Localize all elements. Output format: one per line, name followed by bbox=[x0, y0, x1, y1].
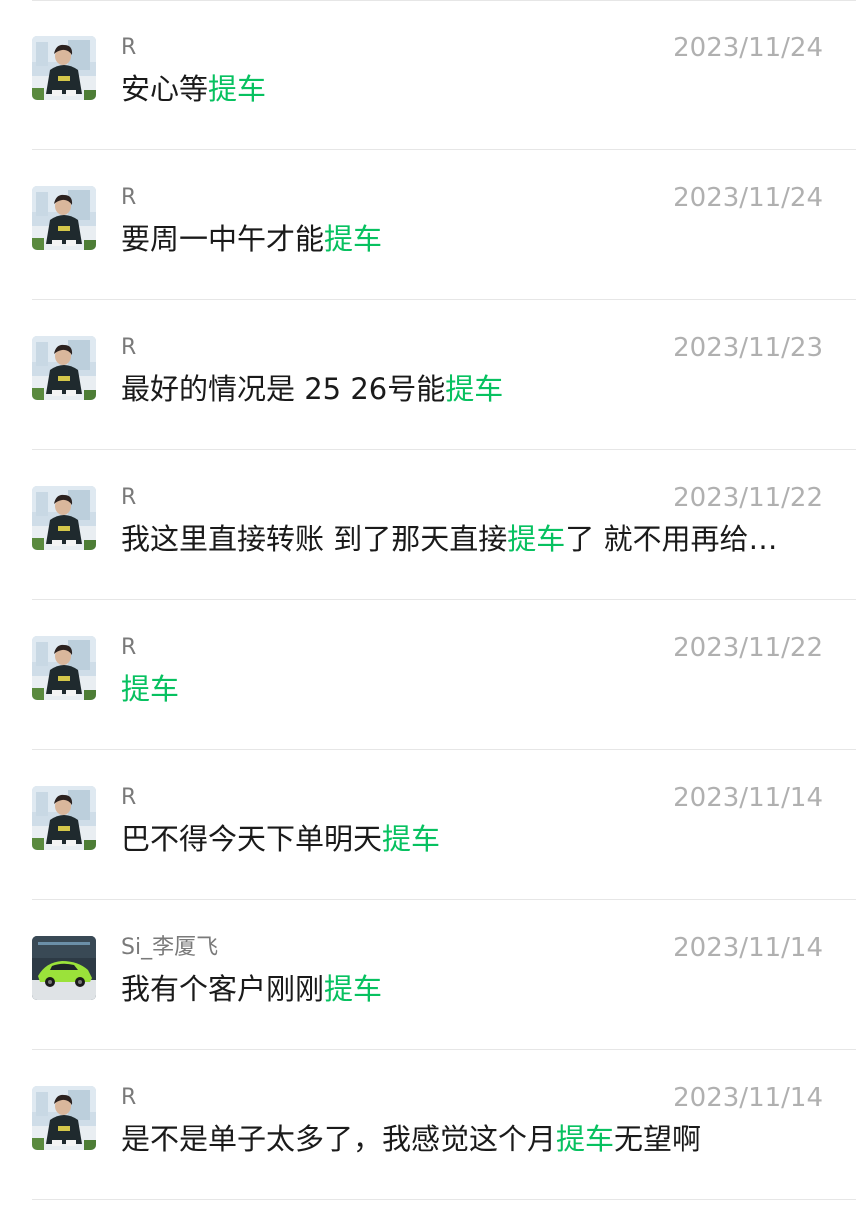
keyword-highlight: 提车 bbox=[507, 522, 566, 556]
message-text: 我这里直接转账 到了那天直接 bbox=[121, 522, 508, 556]
message-date: 2023/11/14 bbox=[673, 783, 823, 813]
message-date: 2023/11/14 bbox=[673, 933, 823, 963]
green-car-avatar-icon[interactable] bbox=[32, 936, 96, 1000]
sender-name: Si_李厦飞 bbox=[121, 935, 219, 960]
message-date: 2023/11/22 bbox=[673, 633, 823, 663]
keyword-highlight: 提车 bbox=[556, 1122, 615, 1156]
sender-name: R bbox=[121, 1085, 137, 1110]
message-text: 无望啊 bbox=[614, 1122, 702, 1156]
sender-name: R bbox=[121, 185, 137, 210]
keyword-highlight: 提车 bbox=[208, 72, 267, 106]
keyword-highlight: 提车 bbox=[382, 822, 441, 856]
message-text: 安心等 bbox=[121, 72, 209, 106]
keyword-highlight: 提车 bbox=[445, 372, 504, 406]
person-avatar-icon[interactable] bbox=[32, 636, 96, 700]
sender-name: R bbox=[121, 785, 137, 810]
search-result-item[interactable]: R 2023/11/14 巴不得今天下单明天提车 bbox=[0, 750, 856, 900]
person-avatar-icon[interactable] bbox=[32, 786, 96, 850]
message-text: 是不是单子太多了，我感觉这个月 bbox=[121, 1122, 557, 1156]
message-text: 了 就不用再给… bbox=[565, 522, 778, 556]
message-preview: 安心等提车 bbox=[121, 70, 811, 108]
person-avatar-icon[interactable] bbox=[32, 36, 96, 100]
message-preview: 要周一中午才能提车 bbox=[121, 220, 811, 258]
search-result-item[interactable]: R 2023/11/24 要周一中午才能提车 bbox=[0, 150, 856, 300]
message-date: 2023/11/23 bbox=[673, 333, 823, 363]
sender-name: R bbox=[121, 335, 137, 360]
sender-name: R bbox=[121, 35, 137, 60]
message-text: 要周一中午才能 bbox=[121, 222, 325, 256]
person-avatar-icon[interactable] bbox=[32, 486, 96, 550]
message-text: 我有个客户刚刚 bbox=[121, 972, 325, 1006]
keyword-highlight: 提车 bbox=[324, 972, 383, 1006]
sender-name: R bbox=[121, 485, 137, 510]
sender-name: R bbox=[121, 635, 137, 660]
chat-search-results: R 2023/11/24 安心等提车 R 2023/11/24 要周一中午才能提车 R2… bbox=[0, 0, 856, 1200]
message-date: 2023/11/24 bbox=[673, 33, 823, 63]
message-preview: 提车 bbox=[121, 670, 811, 708]
message-date: 2023/11/24 bbox=[673, 183, 823, 213]
message-preview: 巴不得今天下单明天提车 bbox=[121, 820, 811, 858]
person-avatar-icon[interactable] bbox=[32, 336, 96, 400]
message-date: 2023/11/14 bbox=[673, 1083, 823, 1113]
search-result-item[interactable]: R 2023/11/22 提车 bbox=[0, 600, 856, 750]
message-preview: 我有个客户刚刚提车 bbox=[121, 970, 811, 1008]
search-result-item[interactable]: R 2023/11/24 安心等提车 bbox=[0, 0, 856, 150]
search-result-item[interactable]: R 2023/11/22 我这里直接转账 到了那天直接提车了 就不用再给… bbox=[0, 450, 856, 600]
message-preview: 我这里直接转账 到了那天直接提车了 就不用再给… bbox=[121, 520, 811, 558]
search-result-item[interactable]: R 2023/11/14 是不是单子太多了，我感觉这个月提车无望啊 bbox=[0, 1050, 856, 1200]
person-avatar-icon[interactable] bbox=[32, 186, 96, 250]
message-date: 2023/11/22 bbox=[673, 483, 823, 513]
message-preview: 是不是单子太多了，我感觉这个月提车无望啊 bbox=[121, 1120, 811, 1158]
person-avatar-icon[interactable] bbox=[32, 1086, 96, 1150]
message-text: 最好的情况是 25 26号能 bbox=[121, 372, 446, 406]
keyword-highlight: 提车 bbox=[324, 222, 383, 256]
keyword-highlight: 提车 bbox=[121, 672, 180, 706]
message-preview: 最好的情况是 25 26号能提车 bbox=[121, 370, 811, 408]
message-text: 巴不得今天下单明天 bbox=[121, 822, 383, 856]
search-result-item[interactable]: Si_李厦飞 2023/11/14 我有个客户刚刚提车 bbox=[0, 900, 856, 1050]
search-result-item[interactable]: R 2023/11/23 最好的情况是 25 26号能提车 bbox=[0, 300, 856, 450]
